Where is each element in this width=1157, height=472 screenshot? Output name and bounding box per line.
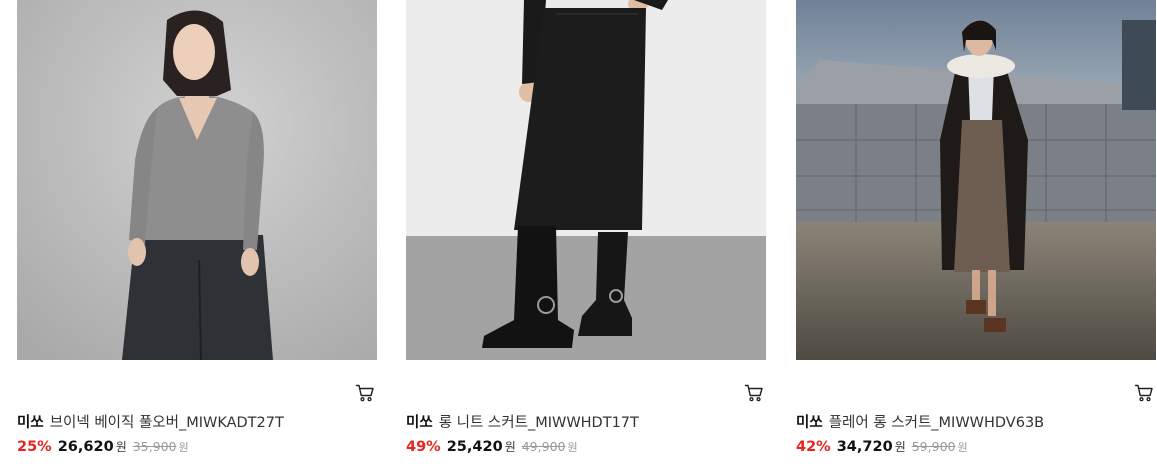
sale-currency: 원	[115, 440, 127, 454]
original-currency: 원	[567, 441, 578, 454]
product-card[interactable]: 미쏘 브이넥 베이직 풀오버_MIWKADT27T 25% 26,620 원 35,90…	[17, 0, 377, 472]
shopping-cart-icon	[1134, 384, 1153, 402]
add-to-cart-button[interactable]	[1134, 383, 1154, 403]
product-name: 브이넥 베이직 풀오버_MIWKADT27T	[49, 415, 284, 431]
product-photo	[796, 0, 1156, 360]
product-name: 롱 니트 스커트_MIWWHDT17T	[438, 415, 639, 431]
shopping-cart-icon	[355, 384, 374, 402]
original-currency: 원	[957, 441, 968, 454]
add-to-cart-button[interactable]	[744, 383, 764, 403]
price-row: 42% 34,720 원 59,900 원	[796, 437, 968, 458]
price-row: 25% 26,620 원 35,900 원	[17, 437, 189, 458]
discount-rate: 25%	[17, 439, 52, 455]
sale-currency: 원	[894, 440, 906, 454]
brand-name: 미쏘	[17, 415, 44, 431]
sale-currency: 원	[504, 440, 516, 454]
product-name: 플레어 롱 스커트_MIWWHDV63B	[828, 415, 1045, 431]
product-card[interactable]: 미쏘 롱 니트 스커트_MIWWHDT17T 49% 25,420 원 49,900 원	[406, 0, 766, 472]
product-title[interactable]: 미쏘 브이넥 베이직 풀오버_MIWKADT27T	[17, 413, 377, 433]
product-photo	[406, 0, 766, 360]
sale-price: 34,720	[836, 439, 893, 455]
price-row: 49% 25,420 원 49,900 원	[406, 437, 578, 458]
original-price: 59,900	[911, 439, 956, 454]
shopping-cart-icon	[744, 384, 763, 402]
product-image[interactable]	[406, 0, 766, 360]
brand-name: 미쏘	[406, 415, 433, 431]
product-photo	[17, 0, 377, 360]
brand-name: 미쏘	[796, 415, 823, 431]
discount-rate: 42%	[796, 439, 831, 455]
add-to-cart-button[interactable]	[355, 383, 375, 403]
sale-price: 25,420	[446, 439, 503, 455]
product-card[interactable]: 미쏘 플레어 롱 스커트_MIWWHDV63B 42% 34,720 원 59,900 원	[796, 0, 1156, 472]
original-currency: 원	[178, 441, 189, 454]
product-title[interactable]: 미쏘 롱 니트 스커트_MIWWHDT17T	[406, 413, 766, 433]
product-image[interactable]	[796, 0, 1156, 360]
discount-rate: 49%	[406, 439, 441, 455]
original-price: 35,900	[132, 439, 177, 454]
sale-price: 26,620	[57, 439, 114, 455]
product-grid: 미쏘 브이넥 베이직 풀오버_MIWKADT27T 25% 26,620 원 35,90…	[0, 0, 1157, 472]
product-title[interactable]: 미쏘 플레어 롱 스커트_MIWWHDV63B	[796, 413, 1156, 433]
product-image[interactable]	[17, 0, 377, 360]
original-price: 49,900	[521, 439, 566, 454]
